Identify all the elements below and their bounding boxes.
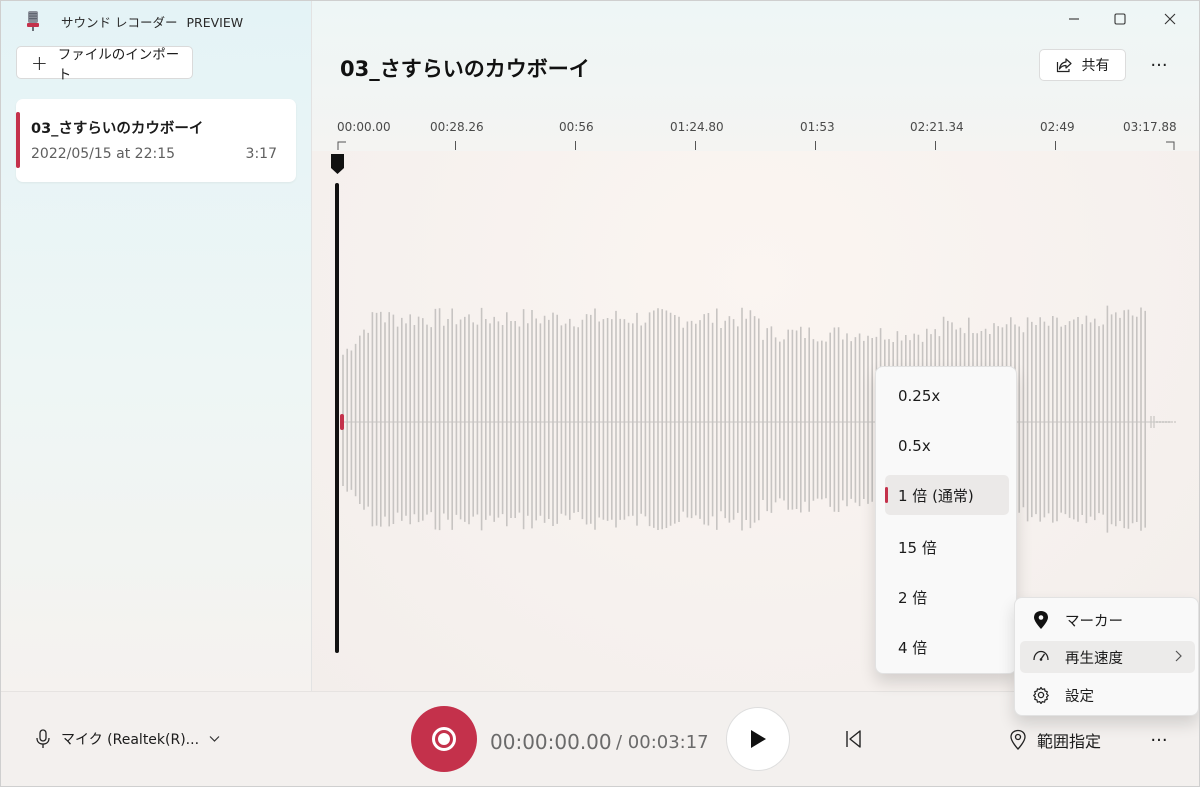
playback-speed-submenu: 0.25x 0.5x 1 倍 (通常) 15 倍 2 倍 4 倍 xyxy=(875,366,1017,674)
tick-label: 00:00.00 xyxy=(337,120,391,134)
speed-option-2[interactable]: 2 倍 xyxy=(885,577,1009,617)
location-pin-icon xyxy=(1010,729,1026,750)
chevron-right-icon xyxy=(1175,650,1182,662)
tick-label: 00:28.26 xyxy=(430,120,484,134)
share-label: 共有 xyxy=(1081,58,1110,74)
speed-option-label: 0.5x xyxy=(898,437,931,455)
playhead-position-marker xyxy=(340,414,344,430)
menu-item-settings[interactable]: 設定 xyxy=(1020,679,1195,711)
maximize-icon xyxy=(1114,13,1126,25)
menu-item-playback-speed[interactable]: 再生速度 xyxy=(1020,641,1195,673)
timeline-tick xyxy=(575,141,576,150)
sidebar: サウンド レコーダー PREVIEW + ファイルのインポート 03_さすらいの… xyxy=(1,1,312,691)
app-title: サウンド レコーダー PREVIEW xyxy=(61,12,243,31)
microphone-app-icon xyxy=(25,10,41,32)
marker-icon xyxy=(1034,611,1048,629)
timeline-end-bracket xyxy=(1166,141,1175,150)
chevron-down-icon xyxy=(209,736,220,742)
microphone-selector[interactable]: マイク (Realtek(R)... xyxy=(35,729,220,749)
timeline-tick xyxy=(455,141,456,150)
timeline-tick xyxy=(935,141,936,150)
tick-label: 02:49 xyxy=(1040,120,1075,134)
record-button[interactable] xyxy=(411,706,477,772)
app-window: サウンド レコーダー PREVIEW + ファイルのインポート 03_さすらいの… xyxy=(0,0,1200,787)
speed-option-label: 15 倍 xyxy=(898,538,937,557)
playhead-line[interactable] xyxy=(335,183,339,653)
speed-option-label: 4 倍 xyxy=(898,638,928,657)
speed-icon xyxy=(1033,650,1049,661)
import-file-button[interactable]: + ファイルのインポート xyxy=(16,46,193,83)
preview-badge: PREVIEW xyxy=(186,15,244,30)
more-options-bottom-button[interactable]: ··· xyxy=(1146,727,1172,753)
timeline-tick xyxy=(815,141,816,150)
recording-list-item[interactable]: 03_さすらいのカウボーイ 2022/05/15 at 22:15 3:17 xyxy=(16,99,296,182)
tick-label: 00:56 xyxy=(559,120,594,134)
speed-option-15[interactable]: 15 倍 xyxy=(885,527,1009,567)
menu-item-label: マーカー xyxy=(1065,613,1123,630)
menu-item-label: 再生速度 xyxy=(1065,650,1123,667)
tick-label: 01:24.80 xyxy=(670,120,724,134)
share-button[interactable]: 共有 xyxy=(1039,49,1126,81)
recording-duration: 3:17 xyxy=(245,146,277,162)
record-icon xyxy=(432,727,456,751)
tick-label: 01:53 xyxy=(800,120,835,134)
current-time: 00:00:00.00 xyxy=(490,730,612,754)
range-select-label: 範囲指定 xyxy=(1037,732,1102,751)
tick-label: 02:21.34 xyxy=(910,120,964,134)
maximize-button[interactable] xyxy=(1097,1,1143,37)
playhead-handle[interactable] xyxy=(330,153,345,175)
selected-indicator xyxy=(16,112,20,168)
timeline-start-bracket xyxy=(337,141,346,150)
more-options-menu: マーカー 再生速度 設定 xyxy=(1014,597,1199,716)
range-select-button[interactable]: 範囲指定 xyxy=(1009,728,1101,752)
play-icon xyxy=(751,730,766,748)
speed-option-1-normal[interactable]: 1 倍 (通常) xyxy=(885,475,1009,515)
share-icon xyxy=(1056,58,1072,73)
more-icon: ··· xyxy=(1150,54,1168,76)
play-button[interactable] xyxy=(726,707,790,771)
recording-name: 03_さすらいのカウボーイ xyxy=(31,121,204,137)
minimize-icon xyxy=(1069,18,1079,20)
minimize-button[interactable] xyxy=(1051,1,1097,37)
speed-option-025[interactable]: 0.25x xyxy=(885,376,1009,416)
gear-icon xyxy=(1033,686,1049,704)
total-time: / 00:03:17 xyxy=(616,732,709,753)
plus-icon: + xyxy=(31,50,48,75)
speed-option-label: 1 倍 (通常) xyxy=(898,486,974,505)
timeline-tick xyxy=(695,141,696,150)
menu-item-label: 設定 xyxy=(1065,688,1094,705)
menu-item-marker[interactable]: マーカー xyxy=(1020,604,1195,636)
more-icon: ··· xyxy=(1150,729,1168,751)
recording-title: 03_さすらいのカウボーイ xyxy=(340,57,590,81)
selected-indicator xyxy=(885,487,888,503)
tick-label: 03:17.88 xyxy=(1123,120,1177,134)
more-options-top-button[interactable]: ··· xyxy=(1146,51,1172,79)
speed-option-4[interactable]: 4 倍 xyxy=(885,627,1009,667)
waveform[interactable] xyxy=(341,281,1181,571)
timeline-tick xyxy=(1055,141,1056,150)
app-title-text: サウンド レコーダー xyxy=(61,15,178,30)
close-button[interactable] xyxy=(1147,1,1193,37)
speed-option-05[interactable]: 0.5x xyxy=(885,426,1009,466)
recording-date: 2022/05/15 at 22:15 xyxy=(31,146,176,162)
microphone-icon xyxy=(36,729,50,748)
close-icon xyxy=(1164,13,1176,25)
speed-option-label: 0.25x xyxy=(898,387,941,405)
skip-to-start-button[interactable] xyxy=(843,728,869,752)
skip-back-icon xyxy=(846,730,861,748)
import-file-label: ファイルのインポート xyxy=(57,46,180,83)
microphone-label: マイク (Realtek(R)... xyxy=(61,732,200,748)
speed-option-label: 2 倍 xyxy=(898,588,928,607)
